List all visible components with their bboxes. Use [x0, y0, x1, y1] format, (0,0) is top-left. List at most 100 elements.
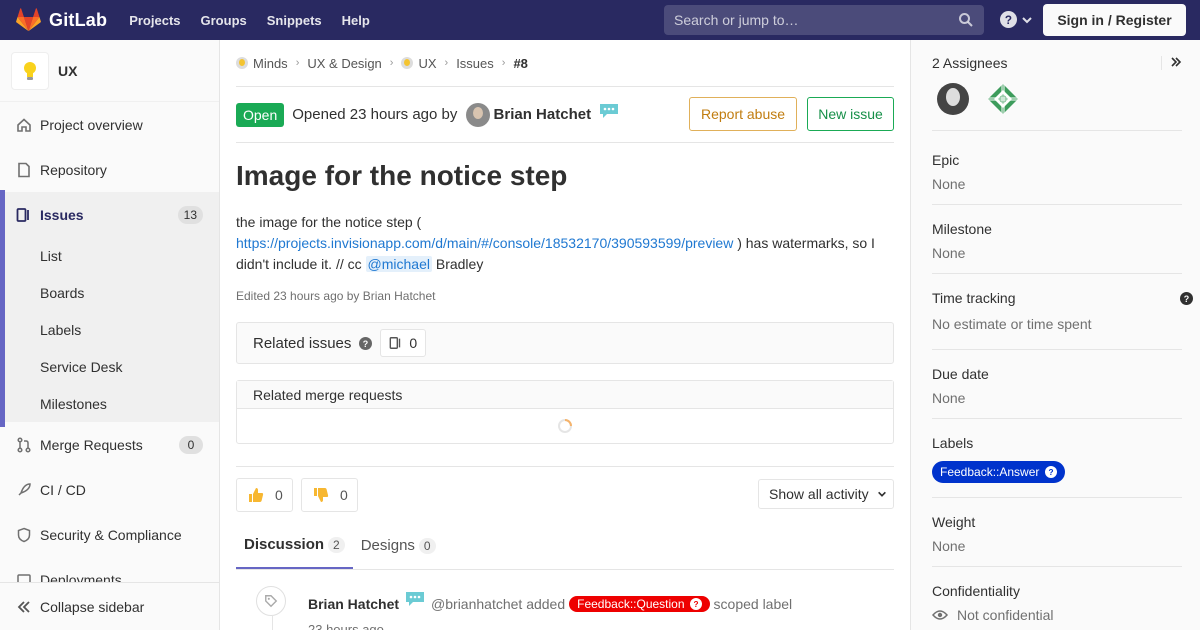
active-indicator	[0, 190, 5, 427]
sidebar-subitem-boards[interactable]: Boards	[0, 274, 219, 311]
new-issue-button[interactable]: New issue	[807, 97, 894, 131]
chevron-right-icon: ›	[501, 57, 506, 69]
collapse-sidebar-button[interactable]: Collapse sidebar	[0, 582, 219, 630]
sidebar-item-repository[interactable]: Repository	[0, 147, 219, 192]
sidebar-item-security[interactable]: Security & Compliance	[0, 512, 219, 557]
svg-text:?: ?	[1184, 294, 1189, 304]
issues-submenu: List Boards Labels Service Desk Mileston…	[0, 237, 219, 422]
loading-area	[237, 409, 893, 443]
chat-icon	[600, 103, 619, 118]
issue-main: Minds › UX & Design › UX › Issues › #8 O…	[236, 40, 894, 630]
project-header[interactable]: UX	[0, 40, 219, 102]
svg-text:?: ?	[693, 600, 698, 609]
nav-projects[interactable]: Projects	[129, 13, 180, 28]
sidebar-subitem-labels[interactable]: Labels	[0, 311, 219, 348]
report-abuse-button[interactable]: Report abuse	[689, 97, 797, 131]
thumbs-down-icon	[314, 488, 329, 502]
home-icon	[17, 117, 31, 132]
invision-link[interactable]: https://projects.invisionapp.com/d/main/…	[236, 235, 733, 251]
sidebar-item-merge-requests[interactable]: Merge Requests 0	[0, 422, 219, 467]
nav-groups[interactable]: Groups	[201, 13, 247, 28]
weight-value: None	[932, 538, 966, 554]
avatar[interactable]	[987, 83, 1019, 115]
weight-block: Weight None	[932, 514, 1182, 567]
label-feedback-answer[interactable]: Feedback::Answer ?	[932, 461, 1066, 483]
epic-title: Epic	[932, 152, 960, 168]
help-dropdown[interactable]: ?	[1000, 11, 1033, 28]
project-avatar-small	[401, 57, 414, 69]
help-icon: ?	[689, 598, 702, 610]
tab-discussion[interactable]: Discussion 2	[236, 522, 353, 569]
tab-count: 2	[328, 536, 345, 553]
help-icon[interactable]: ?	[359, 336, 373, 350]
issue-description: the image for the notice step ( https://…	[236, 212, 894, 275]
time-tracking-title: Time tracking	[932, 290, 1016, 306]
sidebar-subitem-list[interactable]: List	[0, 237, 219, 274]
gitlab-logo-link[interactable]: GitLab	[16, 0, 107, 40]
note-author[interactable]: Brian Hatchet	[308, 596, 399, 612]
breadcrumb-item[interactable]: Issues	[456, 56, 494, 71]
activity-filter-label: Show all activity	[769, 486, 869, 502]
desc-text: the image for the notice step (	[236, 214, 422, 230]
sign-in-button[interactable]: Sign in / Register	[1043, 4, 1186, 36]
edited-note: Edited 23 hours ago by Brian Hatchet	[236, 289, 436, 303]
nav-snippets[interactable]: Snippets	[267, 13, 322, 28]
due-date-block: Due date None	[932, 366, 1182, 419]
breadcrumb-item[interactable]: UX	[418, 56, 436, 71]
author-avatar[interactable]	[465, 102, 490, 127]
system-note: Brian Hatchet @brianhatchet added Feedba…	[236, 570, 894, 630]
opened-text: Opened 23 hours ago by	[292, 105, 458, 123]
sidebar-item-issues[interactable]: Issues 13	[0, 192, 219, 237]
thumbs-down-button[interactable]: 0	[301, 478, 358, 512]
top-nav: Projects Groups Snippets Help	[129, 0, 390, 40]
chevron-right-icon: ›	[444, 57, 449, 69]
note-action: @brianhatchet added	[431, 596, 566, 612]
expand-sidebar-icon[interactable]	[1170, 56, 1182, 68]
breadcrumb-item[interactable]: Minds	[253, 56, 288, 71]
activity-filter-dropdown[interactable]: Show all activity	[758, 479, 894, 509]
tab-designs[interactable]: Designs 0	[353, 522, 444, 569]
user-mention[interactable]: @michael	[365, 256, 432, 272]
issues-count-badge: 13	[177, 205, 203, 224]
issue-title: Image for the notice step	[236, 160, 568, 191]
tag-icon-wrapper	[256, 586, 286, 616]
gitlab-logo-icon	[16, 8, 41, 32]
milestone-value: None	[932, 245, 966, 261]
related-issues-count[interactable]: 0	[380, 329, 427, 357]
search-icon[interactable]	[958, 12, 974, 28]
note-content: Brian Hatchet @brianhatchet added Feedba…	[308, 592, 792, 612]
scoped-label-question[interactable]: Feedback::Question ?	[569, 596, 710, 612]
breadcrumb-item[interactable]: UX & Design	[307, 56, 381, 71]
sidebar-subitem-milestones[interactable]: Milestones	[0, 385, 219, 422]
sidebar-item-project-overview[interactable]: Project overview	[0, 102, 219, 147]
author-link[interactable]: Brian Hatchet	[494, 105, 592, 122]
epic-value: None	[932, 176, 966, 192]
nav-help[interactable]: Help	[342, 13, 370, 28]
time-tracking-block: Time tracking No estimate or time spent …	[932, 290, 1193, 350]
brand-name: GitLab	[49, 9, 108, 30]
timeline-line	[272, 616, 273, 630]
rocket-icon	[18, 482, 31, 496]
related-issues-panel: Related issues ? 0	[236, 322, 894, 364]
breadcrumb: Minds › UX & Design › UX › Issues › #8	[236, 40, 894, 87]
avatar[interactable]	[937, 83, 969, 115]
confidentiality-value: Not confidential	[957, 607, 1054, 623]
scoped-label-text: Feedback::Question	[577, 597, 685, 611]
confidentiality-block: Confidentiality Not confidential	[932, 583, 1182, 630]
chevron-down-icon	[1022, 16, 1032, 23]
search-input[interactable]	[664, 12, 944, 28]
help-icon[interactable]: ?	[1180, 292, 1193, 305]
sidebar-item-ci-cd[interactable]: CI / CD	[0, 467, 219, 512]
related-mr-title: Related merge requests	[237, 381, 893, 409]
shield-icon	[17, 527, 31, 542]
thumbs-up-button[interactable]: 0	[236, 478, 293, 512]
sidebar-item-label: Security & Compliance	[40, 526, 182, 543]
collapse-sidebar-label: Collapse sidebar	[40, 598, 145, 615]
sidebar-subitem-service-desk[interactable]: Service Desk	[0, 348, 219, 385]
project-name: UX	[58, 62, 78, 79]
tab-count: 0	[418, 537, 436, 554]
sidebar-item-label: CI / CD	[40, 481, 86, 498]
chevron-right-icon: ›	[295, 57, 300, 69]
svg-text:?: ?	[363, 338, 368, 348]
breadcrumb-current[interactable]: #8	[513, 56, 527, 71]
